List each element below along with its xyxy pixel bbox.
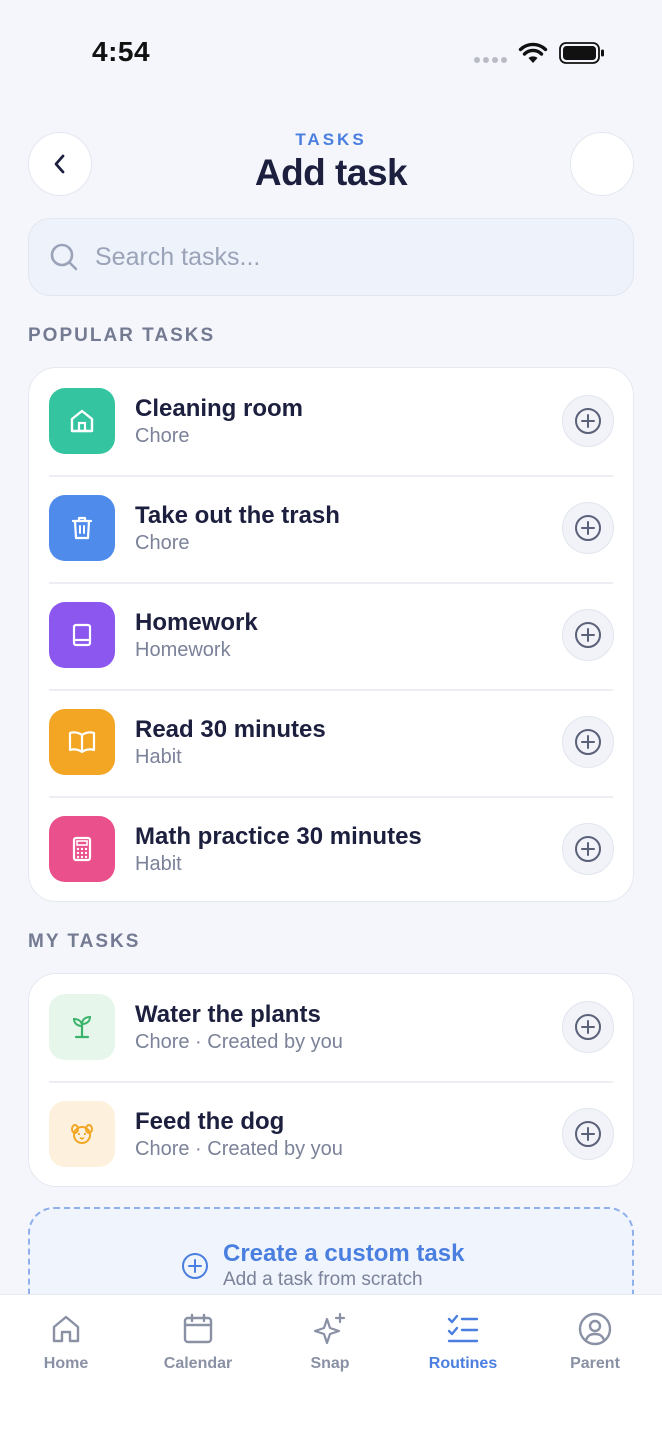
header-right-button[interactable]	[570, 132, 634, 196]
trash-icon	[49, 495, 115, 561]
open-book-icon	[49, 709, 115, 775]
my-tasks-card: Water the plants Chore · Created by you …	[28, 973, 634, 1187]
task-name: Water the plants	[135, 1001, 321, 1028]
task-name: Read 30 minutes	[135, 716, 326, 743]
tab-label: Snap	[310, 1355, 350, 1372]
user-circle-icon	[578, 1312, 612, 1346]
add-task-button[interactable]	[562, 609, 614, 661]
add-task-button[interactable]	[562, 716, 614, 768]
plus-circle-icon	[575, 729, 601, 755]
battery-icon	[559, 42, 604, 64]
task-category: Chore · Created by you	[135, 1138, 343, 1160]
plus-circle-icon	[575, 515, 601, 541]
tab-label: Routines	[428, 1355, 498, 1372]
page-title: Add task	[254, 152, 408, 193]
add-task-button[interactable]	[562, 823, 614, 875]
task-row-read-30-minutes[interactable]: Read 30 minutes Habit	[29, 689, 633, 796]
calendar-icon	[183, 1313, 213, 1344]
sparkle-icon	[313, 1312, 346, 1345]
tab-calendar[interactable]: Calendar	[143, 1309, 253, 1373]
add-task-button[interactable]	[562, 1108, 614, 1160]
calculator-icon	[49, 816, 115, 882]
search-box[interactable]	[28, 218, 634, 296]
plus-circle-icon	[575, 408, 601, 434]
plus-circle-icon	[575, 836, 601, 862]
wifi-icon	[518, 42, 548, 63]
task-category: Chore	[135, 532, 190, 554]
custom-task-title: Create a custom task	[223, 1240, 465, 1267]
task-category: Habit	[135, 853, 182, 875]
book-icon	[49, 602, 115, 668]
tab-home[interactable]: Home	[11, 1309, 121, 1373]
task-row-water-plants[interactable]: Water the plants Chore · Created by you	[29, 974, 633, 1081]
add-task-button[interactable]	[562, 1001, 614, 1053]
search-icon	[50, 243, 78, 271]
sprout-icon	[49, 994, 115, 1060]
task-category: Chore	[135, 425, 190, 447]
tab-bar: Home Calendar Snap Routines Parent	[0, 1294, 662, 1439]
add-task-button[interactable]	[562, 395, 614, 447]
header: TASKS Add task	[0, 120, 662, 210]
status-bar: 4:54	[0, 0, 662, 100]
search-input[interactable]	[95, 242, 575, 272]
plus-circle-icon	[182, 1253, 208, 1279]
home-icon	[52, 1315, 80, 1343]
tab-label: Home	[43, 1355, 89, 1372]
plus-circle-icon	[575, 1121, 601, 1147]
popular-tasks-card: Cleaning room Chore Take out the trash C…	[28, 367, 634, 902]
status-time: 4:54	[92, 36, 151, 67]
task-name: Cleaning room	[135, 395, 304, 422]
plus-circle-icon	[575, 1014, 601, 1040]
custom-task-subtitle: Add a task from scratch	[223, 1269, 423, 1290]
header-eyebrow: TASKS	[295, 130, 367, 149]
home-icon	[49, 388, 115, 454]
tab-parent[interactable]: Parent	[540, 1309, 650, 1373]
popular-tasks-heading: POPULAR TASKS	[28, 325, 216, 346]
checklist-icon	[447, 1314, 479, 1343]
tab-label: Parent	[570, 1355, 620, 1372]
tab-routines[interactable]: Routines	[408, 1309, 518, 1373]
add-task-button[interactable]	[562, 502, 614, 554]
plus-circle-icon	[575, 622, 601, 648]
task-name: Math practice 30 minutes	[135, 823, 422, 850]
task-category: Homework	[135, 639, 231, 661]
task-name: Homework	[135, 609, 258, 636]
my-tasks-heading: MY TASKS	[28, 931, 141, 952]
tab-label: Calendar	[163, 1355, 233, 1372]
task-category: Habit	[135, 746, 182, 768]
task-category: Chore · Created by you	[135, 1031, 343, 1053]
tab-snap[interactable]: Snap	[275, 1309, 385, 1373]
task-name: Take out the trash	[135, 502, 340, 529]
task-row-cleaning-room[interactable]: Cleaning room Chore	[29, 368, 633, 475]
task-row-feed-dog[interactable]: Feed the dog Chore · Created by you	[29, 1081, 633, 1186]
signal-icon	[474, 57, 507, 63]
task-row-math-practice[interactable]: Math practice 30 minutes Habit	[29, 796, 633, 901]
task-row-homework[interactable]: Homework Homework	[29, 582, 633, 689]
task-row-take-out-trash[interactable]: Take out the trash Chore	[29, 475, 633, 582]
dog-icon	[49, 1101, 115, 1167]
task-name: Feed the dog	[135, 1108, 285, 1135]
